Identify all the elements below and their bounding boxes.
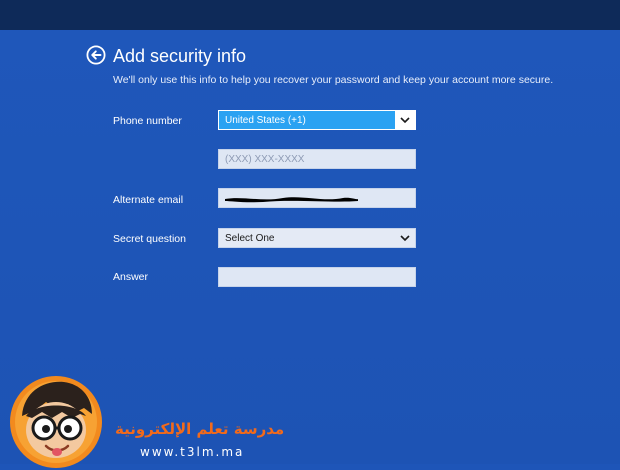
website-url: www.t3lm.ma	[140, 445, 245, 459]
cartoon-boy-logo	[10, 376, 102, 468]
phone-number-placeholder: (XXX) XXX-XXXX	[225, 154, 305, 165]
redaction-mark	[225, 197, 358, 203]
alternate-email-label: Alternate email	[113, 194, 184, 206]
back-arrow-circle-icon[interactable]	[86, 45, 106, 65]
top-bar	[0, 0, 620, 30]
dropdown-button[interactable]	[395, 111, 415, 129]
phone-number-input[interactable]: (XXX) XXX-XXXX	[218, 149, 416, 169]
watermark: مدرسة تعلم الإلكترونية www.t3lm.ma	[0, 366, 300, 468]
secret-question-label: Secret question	[113, 233, 186, 245]
alternate-email-input[interactable]	[218, 188, 416, 208]
answer-label: Answer	[113, 271, 149, 283]
chevron-down-icon	[400, 235, 410, 242]
phone-number-label: Phone number	[113, 115, 182, 127]
chevron-down-icon	[400, 117, 410, 124]
secret-question-value: Select One	[225, 233, 275, 244]
page-subtitle: We'll only use this info to help you rec…	[113, 74, 554, 86]
phone-country-select[interactable]: United States (+1)	[218, 110, 416, 130]
answer-input[interactable]	[218, 267, 416, 287]
phone-country-value: United States (+1)	[225, 115, 306, 126]
secret-question-select[interactable]: Select One	[218, 228, 416, 248]
school-name-arabic: مدرسة تعلم الإلكترونية	[115, 420, 285, 438]
page-title: Add security info	[113, 46, 247, 66]
